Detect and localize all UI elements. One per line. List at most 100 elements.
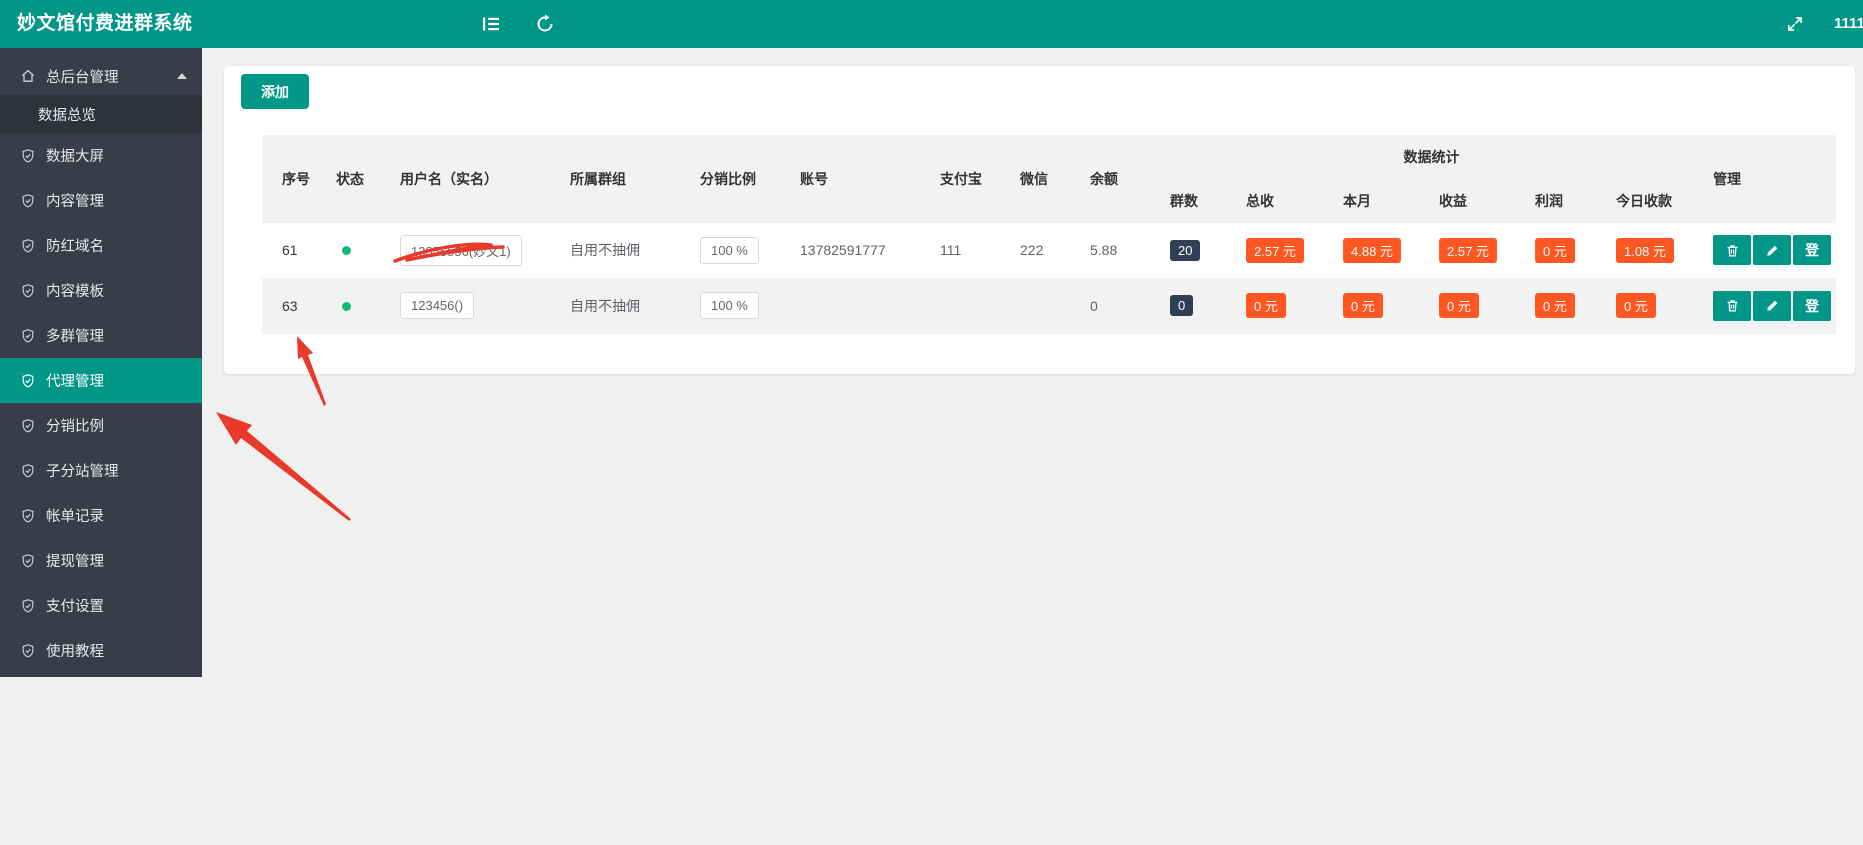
edit-button[interactable]	[1753, 235, 1792, 266]
row-actions: 登	[1713, 235, 1832, 266]
table-row: 61 13855556(妙文1) 自用不抽佣 100 % 13782591777…	[262, 223, 1837, 278]
sidebar-group-admin[interactable]: 总后台管理	[0, 57, 202, 95]
sidebar-item[interactable]: 内容管理	[0, 178, 202, 223]
row-id: 61	[282, 242, 298, 259]
username-field[interactable]: 123456()	[400, 292, 475, 319]
edit-button[interactable]	[1753, 290, 1792, 321]
status-dot	[342, 246, 351, 256]
stat-badge: 0 元	[1439, 293, 1479, 318]
row-id: 63	[282, 297, 298, 314]
sidebar-item-label: 数据总览	[38, 107, 96, 124]
login-button[interactable]: 登	[1793, 290, 1832, 321]
top-header: 妙文馆付费进群系统 1111	[0, 0, 1863, 48]
user-menu[interactable]: 1111	[1834, 0, 1863, 48]
delete-button[interactable]	[1713, 235, 1752, 266]
column-header: 余额	[1080, 135, 1160, 223]
ratio-field[interactable]: 100 %	[700, 292, 759, 319]
shield-icon	[20, 553, 36, 569]
login-button[interactable]: 登	[1793, 235, 1832, 266]
stat-badge: 4.88 元	[1343, 237, 1401, 263]
sidebar-item[interactable]: 提现管理	[0, 538, 202, 583]
stat-column-header: 总收	[1236, 179, 1333, 223]
wechat-cell: 222	[1020, 242, 1044, 259]
stat-badge: 0 元	[1246, 293, 1286, 318]
column-header: 用户名（实名）	[390, 135, 560, 223]
sidebar-item-label: 支付设置	[46, 599, 104, 615]
sidebar-item[interactable]: 分销比例	[0, 403, 202, 448]
sidebar-item[interactable]: 支付设置	[0, 583, 202, 628]
agent-table: 序号 状态 用户名（实名） 所属群组 分销比例 账号 支付宝 微信 余额 数据统…	[262, 135, 1837, 334]
sidebar-item[interactable]: 内容模板	[0, 268, 202, 313]
shield-icon	[20, 193, 36, 209]
sidebar-item[interactable]: 数据大屏	[0, 133, 202, 178]
chevron-up-icon	[177, 73, 187, 79]
stat-badge: 0 元	[1343, 293, 1383, 318]
stat-badge: 2.57 元	[1246, 237, 1304, 263]
sidebar-item[interactable]: 多群管理	[0, 313, 202, 358]
wechat-cell	[1010, 278, 1080, 333]
ratio-field[interactable]: 100 %	[700, 236, 759, 264]
sidebar-item-label: 内容管理	[46, 194, 104, 210]
menu-fold-icon[interactable]	[481, 14, 501, 34]
group-count-badge: 20	[1170, 239, 1201, 261]
stat-column-header: 群数	[1160, 179, 1236, 223]
sidebar-menu: 数据总览 数据大屏 内容管理 防红域名 内容模板 多群管理 代理管理 分销比例 …	[0, 95, 202, 673]
row-actions: 登	[1713, 290, 1832, 321]
add-button[interactable]: 添加	[241, 74, 309, 109]
sidebar-item-label: 内容模板	[46, 284, 104, 300]
sidebar-item-label: 代理管理	[46, 374, 104, 390]
sidebar-item-label: 提现管理	[46, 554, 104, 570]
stat-badge: 2.57 元	[1439, 237, 1497, 263]
sidebar-item-label: 数据大屏	[46, 149, 104, 165]
table-row: 63 123456() 自用不抽佣 100 % 0 0 0 元 0 元 0 元 …	[262, 278, 1837, 333]
refresh-icon[interactable]	[535, 14, 555, 34]
stat-column-header: 本月	[1333, 179, 1429, 223]
sidebar-item-label: 帐单记录	[46, 509, 104, 525]
shield-icon	[20, 643, 36, 659]
column-header: 序号	[262, 135, 326, 223]
annotation-arrow-large	[216, 412, 351, 521]
stat-badge: 1.08 元	[1616, 237, 1674, 263]
app-title: 妙文馆付费进群系统	[17, 13, 193, 34]
sidebar-item[interactable]: 数据总览	[0, 95, 202, 133]
sidebar-item[interactable]: 使用教程	[0, 628, 202, 673]
group-name: 自用不抽佣	[570, 297, 640, 314]
stat-column-header: 收益	[1429, 179, 1525, 223]
sidebar-item[interactable]: 防红域名	[0, 223, 202, 268]
stat-badge: 0 元	[1535, 237, 1575, 263]
column-header: 所属群组	[560, 135, 690, 223]
account-cell: 13782591777	[800, 242, 886, 259]
sidebar-item-label: 多群管理	[46, 329, 104, 345]
column-header: 状态	[326, 135, 390, 223]
alipay-cell	[930, 278, 1010, 333]
shield-icon	[20, 238, 36, 254]
stat-column-header: 利润	[1525, 179, 1606, 223]
delete-button[interactable]	[1713, 290, 1752, 321]
column-header: 账号	[790, 135, 930, 223]
shield-icon	[20, 598, 36, 614]
stats-group-header: 数据统计	[1160, 135, 1704, 179]
username-field[interactable]: 13855556(妙文1)	[393, 234, 522, 266]
stat-badge: 0 元	[1535, 293, 1575, 318]
shield-icon	[20, 148, 36, 164]
shield-icon	[20, 508, 36, 524]
shield-icon	[20, 373, 36, 389]
agent-table-body: 61 13855556(妙文1) 自用不抽佣 100 % 13782591777…	[262, 223, 1837, 333]
sidebar-item[interactable]: 帐单记录	[0, 493, 202, 538]
column-header: 支付宝	[930, 135, 1010, 223]
sidebar-item[interactable]: 代理管理	[0, 358, 202, 403]
column-header: 分销比例	[690, 135, 790, 223]
fullscreen-icon[interactable]	[1786, 15, 1804, 33]
group-count-badge: 0	[1170, 295, 1194, 316]
status-dot	[342, 301, 351, 311]
sidebar-group-label: 总后台管理	[46, 69, 119, 86]
balance-cell: 0	[1090, 297, 1098, 314]
manage-column-header: 管理	[1703, 135, 1837, 223]
balance-cell: 5.88	[1090, 242, 1118, 259]
stat-column-header: 今日收款	[1606, 179, 1704, 223]
stat-badge: 0 元	[1616, 293, 1656, 318]
shield-icon	[20, 328, 36, 344]
sidebar-item[interactable]: 子分站管理	[0, 448, 202, 493]
content-card: 添加 序号 状态 用户名（实名） 所属群组 分销比例 账号 支付宝 微信 余额 …	[224, 66, 1855, 374]
shield-icon	[20, 463, 36, 479]
